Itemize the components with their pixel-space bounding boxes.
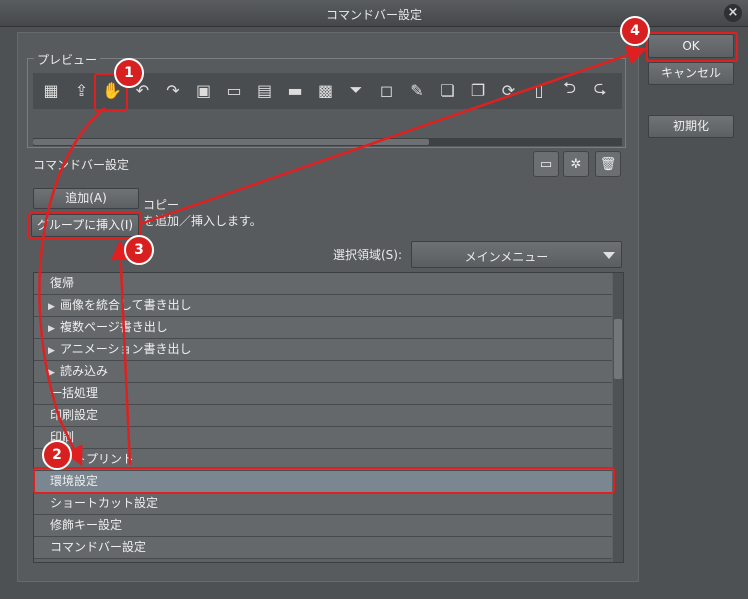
annotation-arrows	[38, 45, 647, 467]
step-badge-1: 1	[114, 58, 144, 88]
step-badge-4: 4	[620, 16, 650, 46]
arrow-step-3	[110, 240, 132, 466]
step-badge-3: 3	[124, 235, 154, 265]
arrow-step-4	[139, 45, 647, 226]
step-badge-2: 2	[42, 440, 72, 470]
arrow-step-1	[38, 107, 106, 467]
